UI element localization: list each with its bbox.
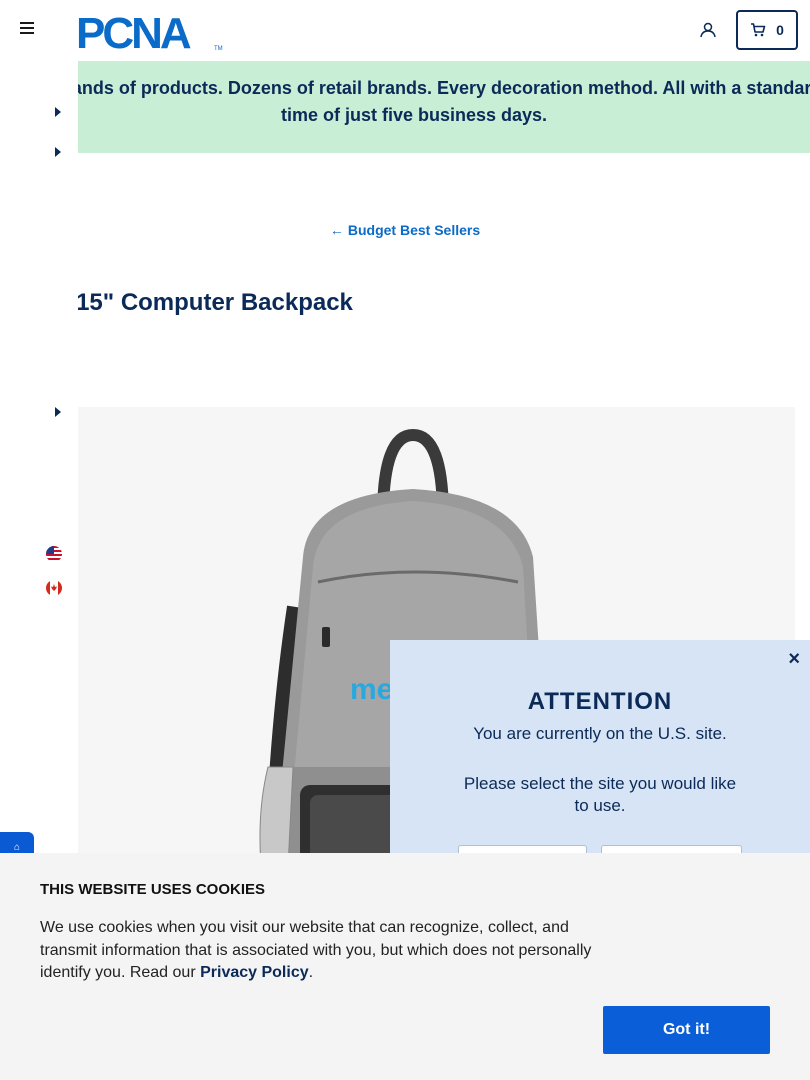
modal-instruction-text: Please select the site you would like to… (463, 774, 737, 815)
close-icon[interactable]: × (788, 648, 800, 671)
cookie-period: . (308, 964, 314, 981)
back-to-category-link[interactable]: ← Budget Best Sellers (0, 222, 810, 238)
us-flag-icon[interactable] (46, 546, 62, 562)
privacy-policy-link[interactable]: Privacy Policy (200, 964, 309, 981)
cookie-title: THIS WEBSITE USES COOKIES (40, 881, 266, 898)
banner-text: Wait? Thousands of products. Dozens of r… (78, 78, 810, 125)
accept-cookies-button[interactable]: Got it! (603, 1006, 770, 1054)
feedback-icon: ⌂ (13, 841, 21, 853)
chevron-right-icon[interactable] (54, 407, 62, 417)
announcement-banner: Wait? Thousands of products. Dozens of r… (78, 61, 810, 153)
menu-icon[interactable] (20, 22, 36, 38)
backpack-imprint: me (350, 673, 393, 706)
modal-current-site-text: You are currently on the U.S. site. (473, 724, 727, 743)
chevron-right-icon[interactable] (54, 107, 62, 117)
chevron-right-icon[interactable] (54, 147, 62, 157)
pcna-logo[interactable]: PCNA TM (76, 10, 224, 52)
cookie-body: We use cookies when you visit our websit… (40, 917, 600, 985)
arrow-left-icon: ← (329, 222, 344, 238)
account-icon[interactable] (699, 21, 717, 39)
cookie-body-text: We use cookies when you visit our websit… (40, 919, 592, 981)
canada-flag-icon[interactable] (46, 580, 62, 596)
site-header: PCNA TM 0 (0, 0, 810, 61)
logo-tm: TM (214, 46, 223, 52)
product-title-wrap: Essential Insulated 15" Computer Backpac… (0, 289, 810, 323)
cart-count: 0 (776, 22, 784, 38)
cart-icon (751, 23, 766, 37)
page: PCNA TM 0 ⌂ nds of products. Dozens of r… (0, 0, 810, 1080)
cookie-banner: THIS WEBSITE USES COOKIES We use cookies… (0, 853, 810, 1080)
back-link-label: Budget Best Sellers (347, 222, 481, 238)
cart-button[interactable]: 0 (736, 10, 798, 50)
logo-text: PCNA (76, 10, 191, 52)
modal-title: ATTENTION (527, 688, 673, 715)
